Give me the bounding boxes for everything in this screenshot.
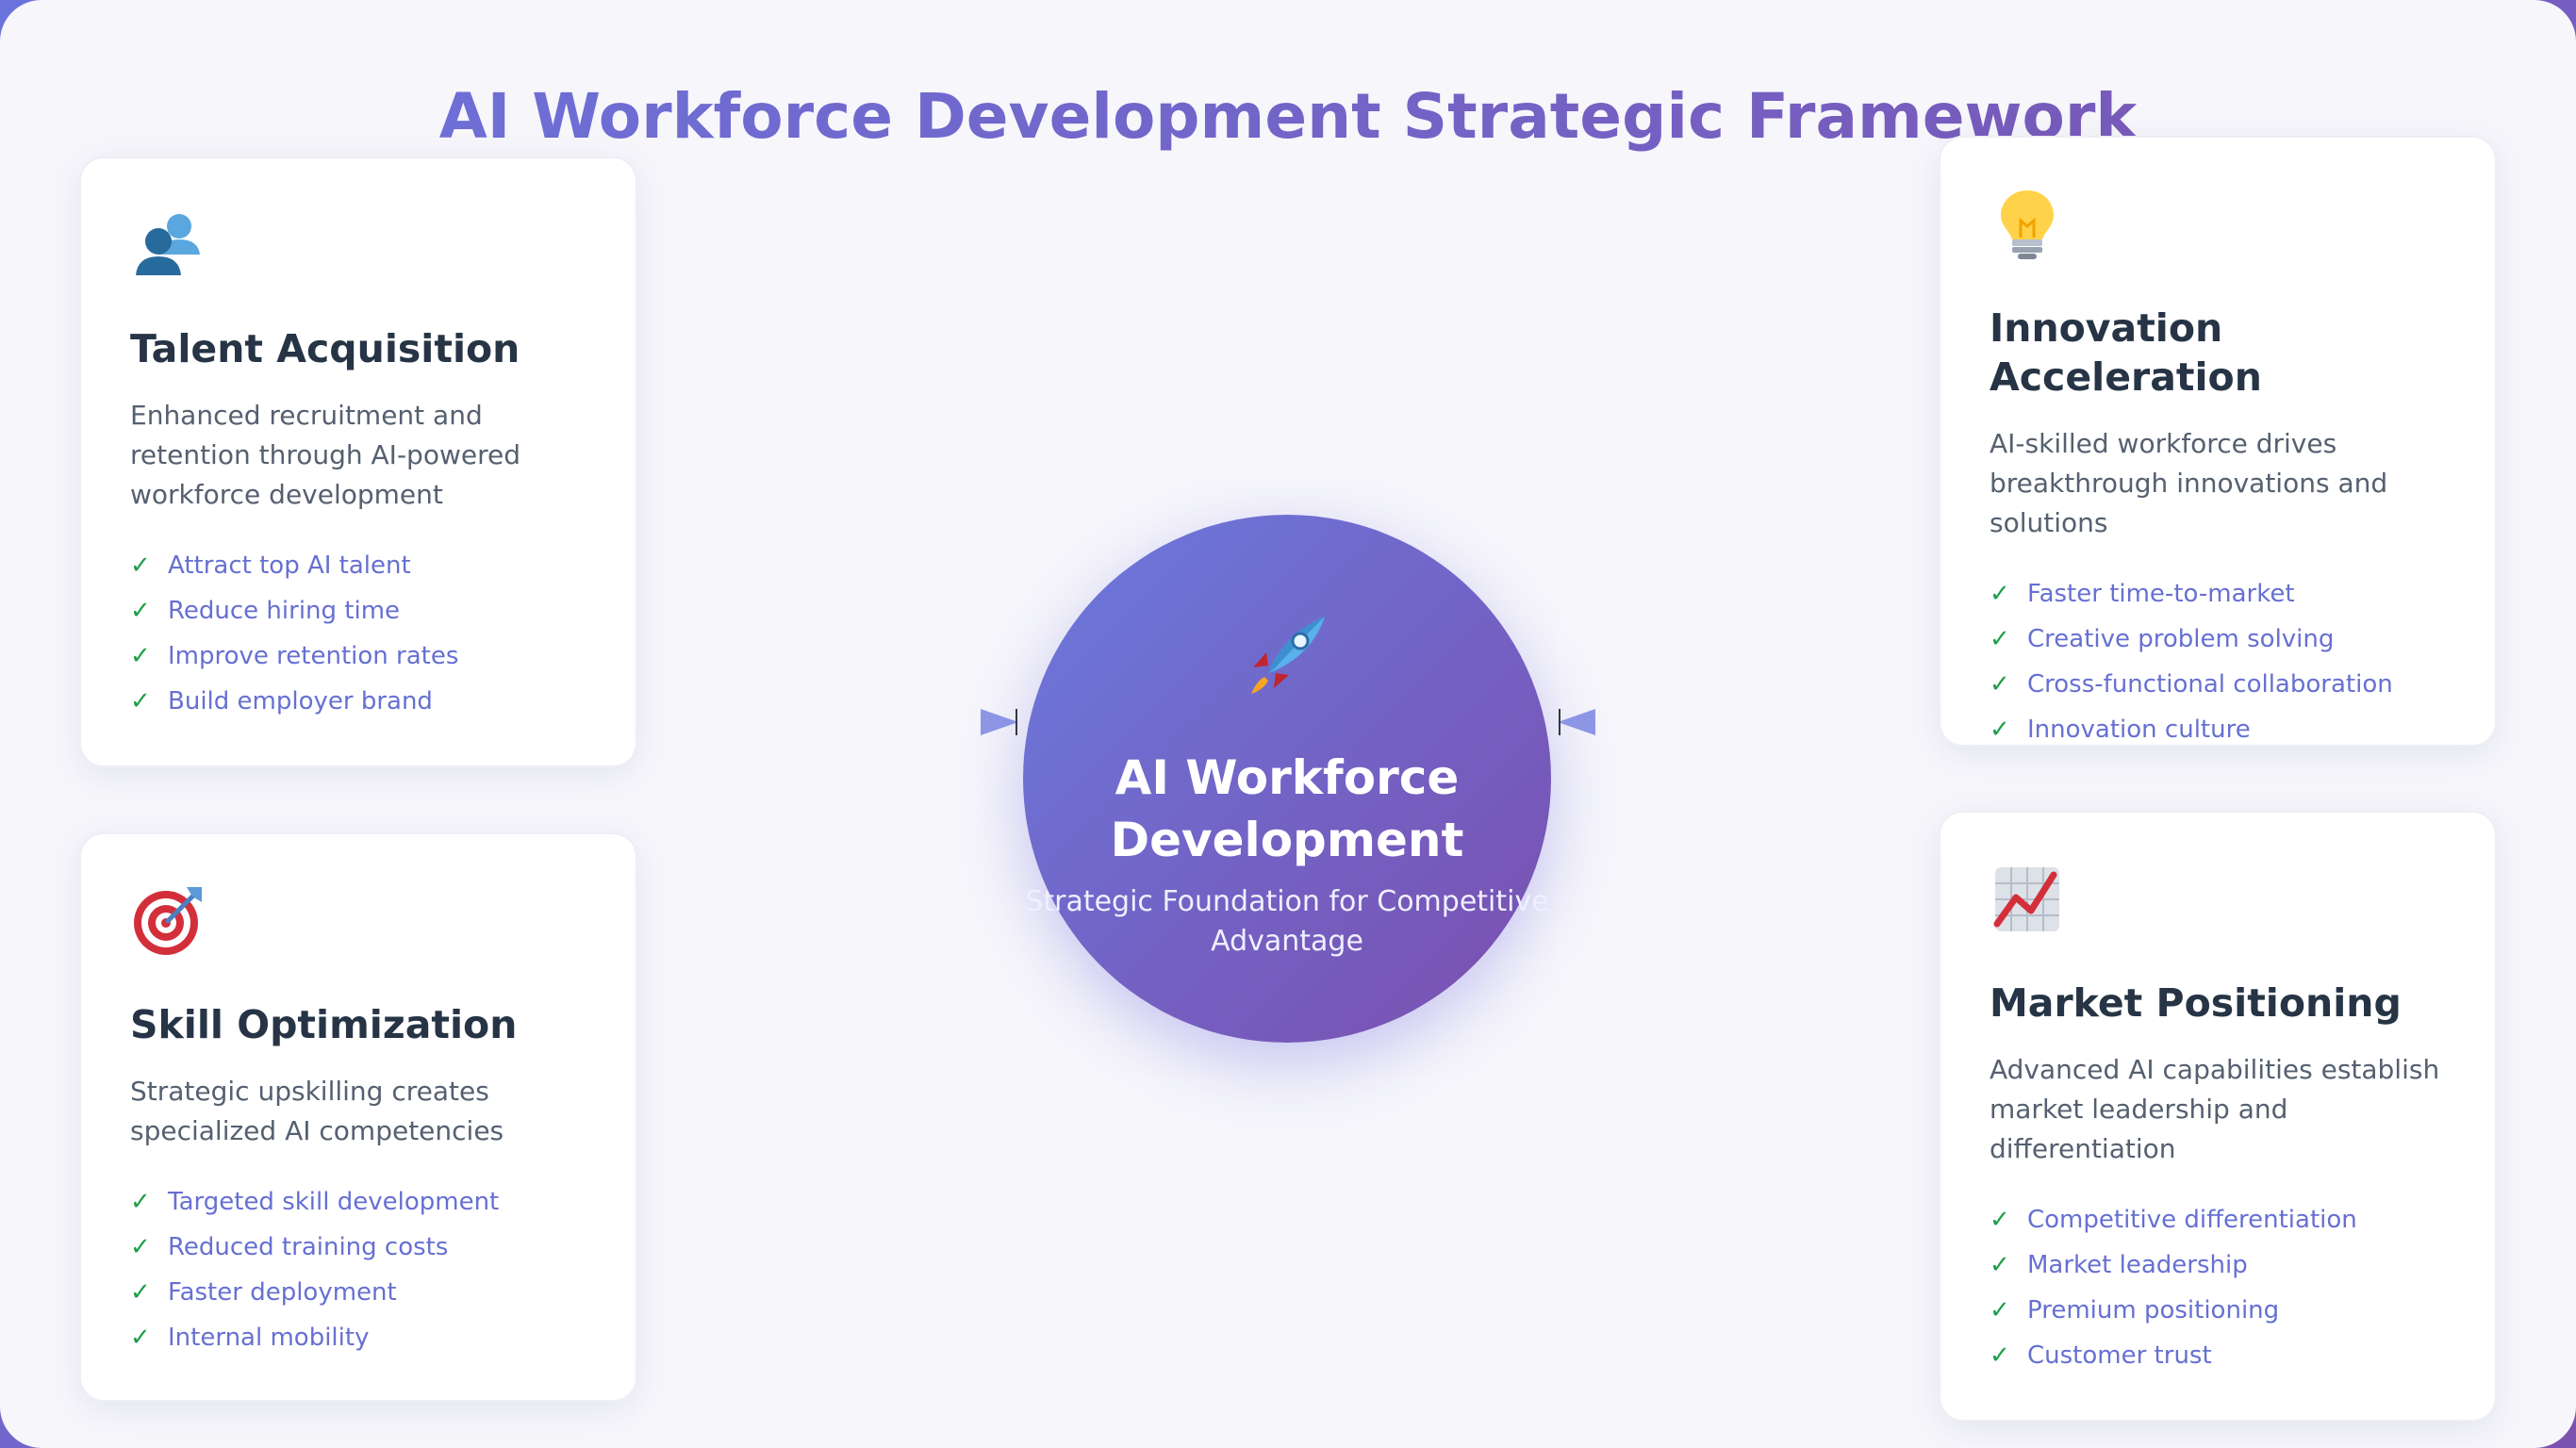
benefit-list: ✓ Targeted skill development ✓ Reduced tra… xyxy=(130,1179,586,1360)
list-item: ✓ Faster deployment xyxy=(130,1270,586,1315)
center-subtitle: Strategic Foundation for Competitive Adv… xyxy=(1025,885,1549,958)
list-item: ✓ Creative problem solving xyxy=(1990,617,2446,662)
card-skill-optimization: Skill Optimization Strategic upskilling … xyxy=(79,832,637,1402)
benefit-list: ✓ Attract top AI talent ✓ Reduce hiring ti… xyxy=(130,543,586,724)
people-icon xyxy=(136,214,200,275)
check-icon: ✓ xyxy=(1990,1206,2010,1234)
card-talent-acquisition: Talent Acquisition Enhanced recruitment … xyxy=(79,156,637,767)
list-item: ✓ Market leadership xyxy=(1990,1242,2446,1288)
rocket-icon xyxy=(1251,617,1325,694)
list-item: ✓ Reduced training costs xyxy=(130,1225,586,1270)
list-item: ✓ Reduce hiring time xyxy=(130,588,586,634)
list-item: ✓ Innovation culture xyxy=(1990,707,2446,752)
chart-up-icon xyxy=(1993,867,2059,931)
list-item: ✓ Targeted skill development xyxy=(130,1179,586,1225)
check-icon: ✓ xyxy=(130,687,151,716)
check-icon: ✓ xyxy=(1990,580,2010,608)
card-description: Enhanced recruitment and retention throu… xyxy=(130,400,520,510)
target-icon xyxy=(134,887,202,955)
check-icon: ✓ xyxy=(1990,625,2010,653)
list-item: ✓ Faster time-to-market xyxy=(1990,571,2446,617)
check-icon: ✓ xyxy=(130,1233,151,1261)
card-title: Innovation Acceleration xyxy=(1990,305,2262,400)
list-item: ✓ Cross-functional collaboration xyxy=(1990,662,2446,707)
card-description: Advanced AI capabilities establish marke… xyxy=(1990,1054,2440,1164)
list-item: ✓ Attract top AI talent xyxy=(130,543,586,588)
list-item: ✓ Customer trust xyxy=(1990,1333,2446,1378)
diagram-frame: AI Workforce Development Strategic Frame… xyxy=(0,0,2576,1448)
center-node: AI Workforce Development Strategic Found… xyxy=(1023,515,1551,1043)
card-title: Talent Acquisition xyxy=(130,326,520,371)
list-item: ✓ Competitive differentiation xyxy=(1990,1197,2446,1242)
connector-left xyxy=(643,709,1018,735)
check-icon: ✓ xyxy=(130,642,151,670)
list-item: ✓ Premium positioning xyxy=(1990,1288,2446,1333)
check-icon: ✓ xyxy=(130,1278,151,1307)
check-icon: ✓ xyxy=(130,1324,151,1352)
center-title: AI Workforce Development xyxy=(1110,750,1464,867)
card-description: AI-skilled workforce drives breakthrough… xyxy=(1990,428,2388,538)
check-icon: ✓ xyxy=(130,551,151,580)
check-icon: ✓ xyxy=(1990,716,2010,744)
check-icon: ✓ xyxy=(1990,1251,2010,1279)
check-icon: ✓ xyxy=(130,1188,151,1216)
benefit-list: ✓ Competitive differentiation ✓ Market lea… xyxy=(1990,1197,2446,1378)
card-innovation-acceleration: Innovation Acceleration AI-skilled workf… xyxy=(1939,136,2497,747)
card-title: Skill Optimization xyxy=(130,1002,518,1047)
lightbulb-icon xyxy=(2001,190,2054,259)
connector-right xyxy=(1558,709,1933,735)
list-item: ✓ Build employer brand xyxy=(130,679,586,724)
check-icon: ✓ xyxy=(1990,1296,2010,1325)
list-item: ✓ Internal mobility xyxy=(130,1315,586,1360)
card-description: Strategic upskilling creates specialized… xyxy=(130,1076,504,1146)
list-item: ✓ Improve retention rates xyxy=(130,634,586,679)
card-market-positioning: Market Positioning Advanced AI capabilit… xyxy=(1939,811,2497,1422)
check-icon: ✓ xyxy=(1990,1341,2010,1370)
benefit-list: ✓ Faster time-to-market ✓ Creative problem… xyxy=(1990,571,2446,752)
check-icon: ✓ xyxy=(1990,670,2010,699)
check-icon: ✓ xyxy=(130,597,151,625)
card-title: Market Positioning xyxy=(1990,980,2402,1026)
